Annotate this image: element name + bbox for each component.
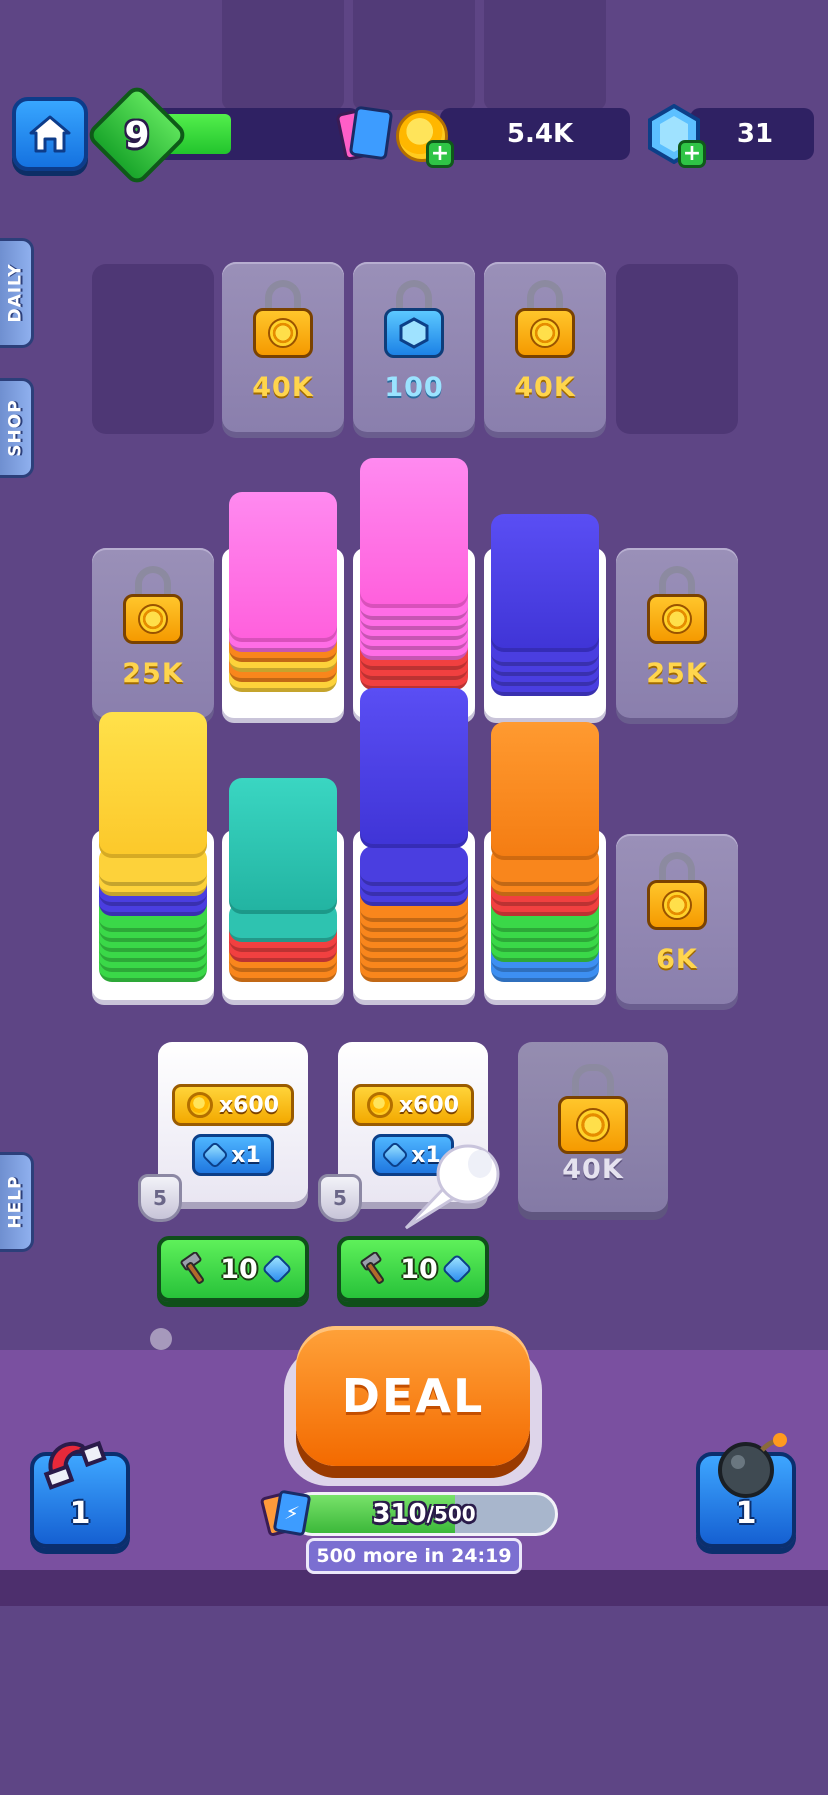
buy-reward-button[interactable]: 10: [337, 1236, 489, 1302]
tutorial-hand-icon: [396, 1138, 502, 1238]
coin-reward-label: x600: [218, 1092, 280, 1118]
magnet-icon: [38, 1434, 118, 1500]
card-deck-icon: [335, 105, 396, 166]
energy-cards-icon: ⚡: [259, 1488, 318, 1540]
locked-reward-slot[interactable]: 40K: [518, 1042, 668, 1212]
top-card[interactable]: [99, 712, 207, 858]
locked-slot[interactable]: 25K: [616, 548, 738, 718]
coin-reward: x600: [352, 1084, 474, 1126]
top-card[interactable]: [360, 458, 468, 608]
lock-icon: [515, 280, 575, 358]
locked-slot[interactable]: 40K: [222, 262, 344, 432]
hammer-icon: [360, 1252, 385, 1284]
energy-timer: 500 more in 24:19: [306, 1538, 522, 1574]
energy-text: 310/500: [290, 1492, 558, 1536]
unlock-price: 6K: [656, 944, 698, 975]
buy-price: 10: [220, 1253, 258, 1285]
deal-button[interactable]: DEAL: [296, 1326, 530, 1466]
locked-slot[interactable]: 40K: [484, 262, 606, 432]
lock-icon: [558, 1064, 628, 1154]
gem-icon: [201, 1140, 230, 1170]
locked-slot[interactable]: 100: [353, 262, 475, 432]
empty-slot: [92, 264, 214, 434]
top-card[interactable]: [491, 514, 599, 652]
level-number: 9: [124, 114, 150, 156]
coin-count: 5.4K: [506, 119, 574, 149]
deal-label: DEAL: [341, 1369, 485, 1423]
unlock-price: 40K: [514, 372, 576, 403]
coin-reward-label: x600: [398, 1092, 460, 1118]
lock-icon: [647, 566, 707, 644]
ghost-column: [484, 0, 606, 110]
coin-icon: [186, 1092, 213, 1118]
bottom-strip: [0, 1570, 828, 1606]
bomb-icon: [706, 1430, 796, 1500]
add-coins-button[interactable]: +: [426, 140, 454, 168]
magnet-count: 1: [69, 1496, 91, 1531]
energy-current: 310: [372, 1499, 427, 1529]
hammer-icon: [180, 1252, 205, 1284]
daily-tab[interactable]: DAILY: [0, 238, 34, 348]
home-button[interactable]: [12, 97, 88, 171]
gem-count: 31: [736, 119, 774, 149]
top-card[interactable]: [360, 688, 468, 848]
help-tab-label: HELP: [5, 1175, 26, 1229]
shop-tab[interactable]: SHOP: [0, 378, 34, 478]
add-gems-button[interactable]: +: [678, 140, 706, 168]
reward-level-badge: 5: [318, 1174, 362, 1222]
bomb-count: 1: [735, 1496, 757, 1531]
top-card[interactable]: [491, 722, 599, 860]
sparkle: [150, 1328, 172, 1350]
buy-reward-button[interactable]: 10: [157, 1236, 309, 1302]
unlock-price: 25K: [646, 658, 708, 689]
reward-level-badge: 5: [138, 1174, 182, 1222]
ghost-column: [222, 0, 344, 110]
top-card[interactable]: [229, 492, 337, 642]
unlock-price: 100: [384, 372, 444, 403]
lock-icon: [253, 280, 313, 358]
coin-icon: [366, 1092, 393, 1118]
card-layer: [360, 846, 468, 886]
locked-slot[interactable]: 6K: [616, 834, 738, 1004]
gem-reward: x1: [192, 1134, 274, 1176]
gem-icon: [441, 1253, 473, 1285]
lock-icon: [647, 852, 707, 930]
shop-tab-label: SHOP: [5, 399, 26, 457]
buy-price: 10: [400, 1253, 438, 1285]
empty-slot: [616, 264, 738, 434]
gem-reward-label: x1: [231, 1142, 261, 1168]
unlock-price: 25K: [122, 658, 184, 689]
top-card[interactable]: [229, 778, 337, 914]
coin-reward: x600: [172, 1084, 294, 1126]
lock-icon: [384, 280, 444, 358]
gem-icon: [261, 1253, 293, 1285]
home-icon: [29, 115, 71, 153]
ghost-column: [353, 0, 475, 110]
unlock-price: 40K: [252, 372, 314, 403]
unlock-price: 40K: [562, 1154, 624, 1185]
locked-slot[interactable]: 25K: [92, 548, 214, 718]
energy-max: /500: [426, 1502, 476, 1526]
daily-tab-label: DAILY: [5, 263, 26, 323]
lock-icon: [123, 566, 183, 644]
help-tab[interactable]: HELP: [0, 1152, 34, 1252]
